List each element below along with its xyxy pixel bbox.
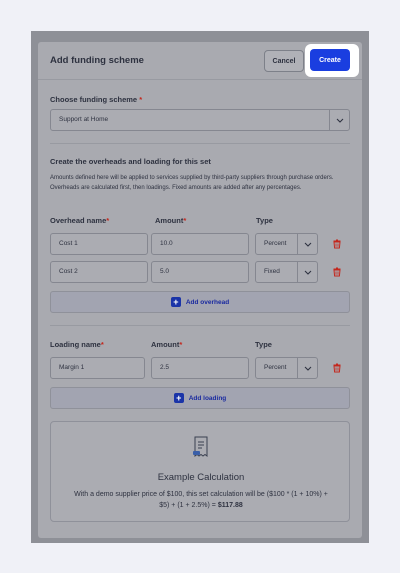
overhead-type-select[interactable]: Fixed [255,261,318,283]
overhead-name-input[interactable]: Cost 1 [50,233,148,255]
example-calculation-title: Example Calculation [157,472,245,483]
loading-amount-input[interactable]: 2.5 [151,357,249,379]
overhead-type-header: Type [256,216,273,225]
trash-icon[interactable] [332,363,342,373]
chevron-down-icon [297,358,317,378]
overhead-type-select[interactable]: Percent [255,233,318,255]
loading-name-input[interactable]: Margin 1 [50,357,145,379]
overhead-amount-input[interactable]: 10.0 [151,233,249,255]
chevron-down-icon [297,234,317,254]
loading-amount-header: Amount* [151,340,183,349]
example-calculation-total: $117.88 [217,502,243,509]
overhead-amount-input[interactable]: 5.0 [151,261,249,283]
dialog-header: Add funding scheme Cancel Create [38,42,362,80]
plus-icon: + [170,297,181,307]
funding-scheme-value: Support at Home [59,116,109,123]
add-overhead-button[interactable]: + Add overhead [50,291,350,313]
trash-icon[interactable] [332,267,342,277]
overhead-amount-header: Amount* [155,216,187,225]
add-loading-button[interactable]: + Add loading [50,387,350,409]
divider [50,143,350,144]
cancel-button[interactable]: Cancel [264,50,304,72]
create-button[interactable]: Create [310,49,350,71]
trash-icon[interactable] [332,239,342,249]
chevron-down-icon [297,262,317,282]
overhead-name-input[interactable]: Cost 2 [50,261,148,283]
dialog-title: Add funding scheme [50,55,144,66]
divider [50,325,350,326]
loading-name-header: Loading name* [50,340,104,349]
example-calculation-card: Example Calculation With a demo supplier… [50,421,350,522]
overhead-name-header: Overhead name* [50,216,110,225]
funding-scheme-label: Choose funding scheme * [50,95,143,104]
plus-icon: + [173,393,184,403]
example-calculation-text: With a demo supplier price of $100, this… [74,491,328,509]
receipt-icon [193,436,208,457]
overheads-section-title: Create the overheads and loading for thi… [50,157,211,166]
chevron-down-icon [329,110,349,130]
loading-type-select[interactable]: Percent [255,357,318,379]
funding-scheme-select[interactable]: Support at Home [50,109,350,131]
add-funding-scheme-dialog: Add funding scheme Cancel Create Choose … [38,42,362,538]
overheads-section-description: Amounts defined here will be applied to … [50,175,334,191]
loading-type-header: Type [255,340,272,349]
